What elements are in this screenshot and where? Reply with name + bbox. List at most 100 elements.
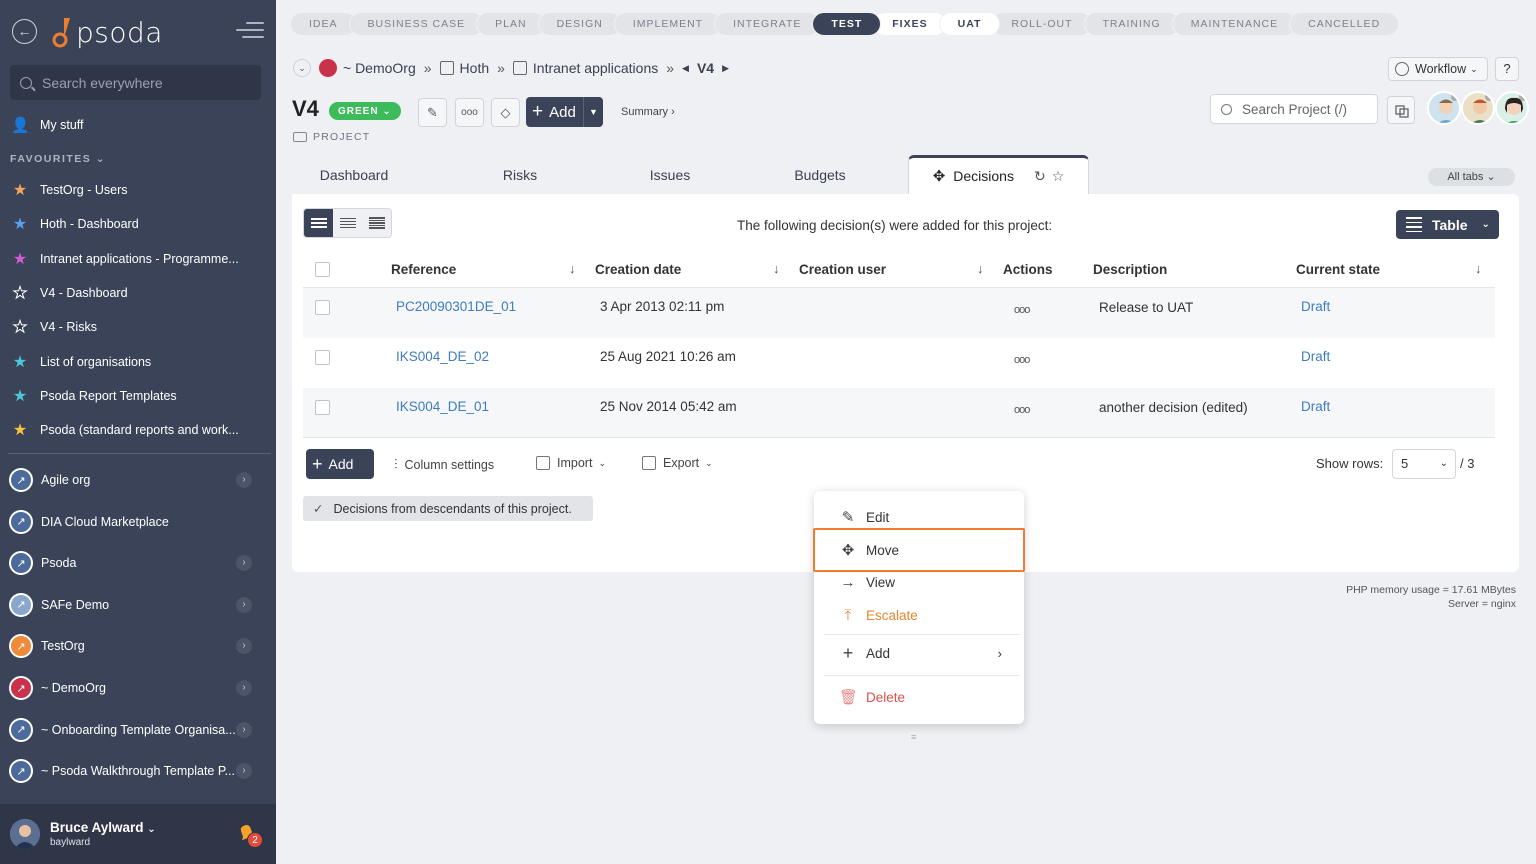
descendants-filter-chip[interactable]: ✓ Decisions from descendants of this proj… [303,496,593,521]
tab-decisions[interactable]: ✥ Decisions ↻ ☆ [908,155,1089,194]
team-member-avatar[interactable] [1427,91,1461,125]
density-dense-button[interactable] [362,209,391,237]
rows-per-page-select[interactable]: 5 ⌄ [1392,449,1456,479]
stage-maintenance[interactable]: MAINTENANCE [1171,12,1298,36]
menu-item-view[interactable]: → View [814,567,1024,597]
user-panel[interactable]: Bruce Aylward ⌄ baylward [0,804,276,864]
menu-item-move[interactable]: ✥ Move [814,535,1024,565]
favourite-item[interactable]: ★ V4 - Dashboard [0,278,276,308]
density-compact-button[interactable] [333,209,362,237]
team-member-avatar[interactable] [1495,91,1529,125]
stage-idea[interactable]: IDEA [290,12,357,36]
add-decision-button[interactable]: + Add [306,449,374,479]
select-all-checkbox[interactable] [315,262,330,277]
stage-plan[interactable]: PLAN [476,12,546,36]
sort-arrow-icon[interactable]: ↓ [1475,261,1482,276]
decision-state-link[interactable]: Draft [1301,399,1330,414]
col-creation-user[interactable]: Creation user [799,262,886,277]
refresh-icon[interactable]: ↻ [1034,168,1046,185]
org-item[interactable]: ↗ SAFe Demo › [0,585,276,625]
sort-arrow-icon[interactable]: ↓ [569,261,576,276]
import-button[interactable]: Import ⌄ [536,456,606,470]
menu-item-edit[interactable]: ✎ Edit [814,502,1024,532]
stage-training[interactable]: TRAINING [1083,12,1180,36]
tab-dashboard[interactable]: Dashboard [292,155,416,194]
row-checkbox[interactable] [315,400,330,415]
decision-reference-link[interactable]: IKS004_DE_01 [396,399,489,414]
menu-item-delete[interactable]: 🗑 Delete [814,682,1024,712]
col-current-state[interactable]: Current state [1296,262,1380,277]
org-item[interactable]: ↗ ~ Psoda Walkthrough Template P... › [0,751,276,791]
row-checkbox[interactable] [315,300,330,315]
favourite-item[interactable]: ★ Psoda (standard reports and work... [0,415,276,445]
org-item[interactable]: ↗ Agile org › [0,460,276,500]
edit-project-button[interactable]: ✎ [418,98,447,127]
back-icon[interactable]: ← [12,19,37,44]
chevron-right-icon[interactable]: › [236,638,252,655]
sort-arrow-icon[interactable]: ↓ [773,261,780,276]
help-button[interactable]: ? [1495,57,1519,81]
breadcrumb-toggle-icon[interactable]: ⌄ [293,59,311,77]
chevron-right-icon[interactable]: › [236,596,252,613]
more-options-button[interactable]: ooo [455,98,484,127]
favourite-item[interactable]: ★ Hoth - Dashboard [0,209,276,239]
tag-button[interactable]: ◇ [491,98,520,127]
density-comfortable-button[interactable] [304,209,333,237]
favourite-item[interactable]: ★ V4 - Risks [0,312,276,342]
breadcrumb-portfolio[interactable]: Intranet applications [533,60,658,76]
resize-handle-icon[interactable]: ≡ [911,732,916,742]
row-actions-icon[interactable]: ooo [1014,354,1030,366]
chevron-right-icon[interactable]: › [236,472,252,488]
stage-business-case[interactable]: BUSINESS CASE [348,12,485,36]
psoda-logo[interactable]: psoda [52,12,163,52]
prev-sibling-icon[interactable]: ◀ [682,63,689,74]
stage-integrate[interactable]: INTEGRATE [714,12,821,36]
chevron-right-icon[interactable]: › [236,680,252,696]
switch-view-button[interactable] [1387,96,1415,124]
menu-item-add[interactable]: + Add › [814,638,1024,668]
favourite-item[interactable]: ★ Intranet applications - Programme... [0,244,276,274]
stage-uat[interactable]: UAT [938,12,1001,36]
view-mode-dropdown[interactable]: Table ⌄ [1396,210,1499,239]
add-menu-button[interactable]: + Add ▼ [526,97,603,127]
stage-test[interactable]: TEST [812,12,882,36]
all-tabs-dropdown[interactable]: All tabs ⌄ [1428,168,1515,186]
org-item[interactable]: ↗ Psoda › [0,543,276,583]
col-creation-date[interactable]: Creation date [595,262,681,277]
favourite-item[interactable]: ★ TestOrg - Users [0,175,276,205]
stage-roll-out[interactable]: ROLL-OUT [992,12,1092,36]
breadcrumb-programme[interactable]: Hoth [460,60,490,76]
decision-reference-link[interactable]: IKS004_DE_02 [396,349,489,364]
favourite-item[interactable]: ★ Psoda Report Templates [0,381,276,411]
org-item[interactable]: ↗ ~ Onboarding Template Organisa... › [0,710,276,750]
stage-implement[interactable]: IMPLEMENT [613,12,723,36]
team-member-avatar[interactable] [1461,91,1495,125]
decision-state-link[interactable]: Draft [1301,349,1330,364]
user-menu-chevron-icon[interactable]: ⌄ [147,824,155,835]
export-button[interactable]: Export ⌄ [642,456,713,470]
next-sibling-icon[interactable]: ▶ [722,63,729,74]
decision-state-link[interactable]: Draft [1301,299,1330,314]
menu-item-escalate[interactable]: ⤒ Escalate [814,600,1024,630]
my-stuff-link[interactable]: 👤 My stuff [0,110,276,140]
tab-risks[interactable]: Risks [458,155,582,194]
search-project-input[interactable]: Search Project (/) [1210,94,1378,124]
tab-issues[interactable]: Issues [608,155,732,194]
org-item[interactable]: ↗ TestOrg › [0,626,276,666]
workflow-button[interactable]: Workflow ⌄ [1388,57,1488,81]
row-actions-icon[interactable]: ooo [1014,404,1030,416]
col-description[interactable]: Description [1093,262,1167,277]
chevron-right-icon[interactable]: › [236,555,252,572]
sort-arrow-icon[interactable]: ↓ [977,261,984,276]
favourite-item[interactable]: ★ List of organisations [0,347,276,377]
stage-design[interactable]: DESIGN [537,12,622,36]
status-badge[interactable]: GREEN ⌄ [329,102,401,120]
chevron-down-icon[interactable]: ▼ [583,97,603,127]
col-reference[interactable]: Reference [391,262,456,277]
org-item[interactable]: ↗ DIA Cloud Marketplace [0,502,276,542]
star-icon[interactable]: ☆ [1052,168,1065,185]
decision-reference-link[interactable]: PC20090301DE_01 [396,299,516,314]
row-actions-icon[interactable]: ooo [1014,304,1030,316]
collapse-sidebar-icon[interactable] [236,22,264,40]
column-settings-button[interactable]: ⫶ Column settings [394,456,494,473]
